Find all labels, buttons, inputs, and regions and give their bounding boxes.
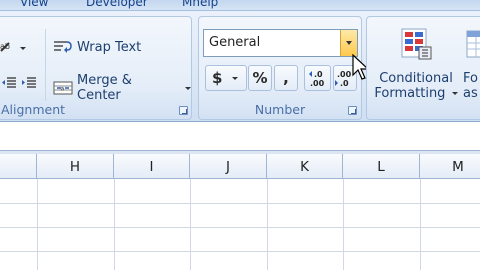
percent-style-button[interactable]: % — [248, 65, 272, 91]
group-separator — [45, 29, 46, 101]
format-as-table-button[interactable]: Fo as T — [463, 27, 480, 101]
svg-text:ab: ab — [0, 42, 10, 51]
column-header-k[interactable]: K — [267, 154, 343, 179]
grid-vline — [420, 179, 421, 270]
conditional-formatting-dropdown-icon — [451, 92, 458, 95]
number-format-dropdown[interactable]: General — [203, 29, 358, 57]
wrap-text-icon — [53, 39, 73, 55]
grid-vline — [190, 179, 191, 270]
alignment-group: ab Wrap Text a Merge & Center Alignment — [0, 16, 192, 120]
conditional-formatting-label-1: Conditional — [379, 71, 453, 86]
conditional-formatting-icon — [399, 27, 433, 61]
format-as-table-label-1: Fo — [463, 71, 478, 86]
column-header-h[interactable]: H — [37, 154, 114, 179]
accounting-dropdown-icon[interactable] — [232, 76, 239, 80]
grid-vline — [343, 179, 344, 270]
column-header-g-partial[interactable] — [0, 154, 37, 179]
svg-text:.00: .00 — [310, 79, 325, 88]
grid-vline — [37, 179, 38, 270]
grid-hline — [0, 203, 480, 204]
orientation-icon[interactable]: ab — [0, 39, 17, 55]
tab-developer[interactable]: Developer — [86, 0, 148, 9]
grid-vline — [114, 179, 115, 270]
format-as-table-label-2: as T — [463, 86, 480, 101]
grid-hline — [0, 227, 480, 228]
currency-label: $ — [212, 69, 223, 87]
grid-vline — [267, 179, 268, 270]
svg-text:.0: .0 — [340, 79, 349, 88]
cell-grid[interactable] — [0, 179, 480, 270]
tab-view[interactable]: View — [20, 0, 48, 9]
svg-text:a: a — [61, 86, 65, 93]
comma-label: , — [283, 69, 289, 87]
number-group-label: Number — [254, 102, 306, 117]
merge-center-label: Merge & Center — [77, 73, 132, 103]
alignment-group-label: Alignment — [1, 102, 66, 117]
number-dialog-launcher-icon[interactable] — [348, 106, 357, 115]
column-header-l[interactable]: L — [343, 154, 420, 179]
decrease-indent-icon[interactable] — [1, 75, 17, 91]
format-as-table-icon — [463, 27, 480, 61]
comma-style-button[interactable]: , — [274, 65, 298, 91]
conditional-formatting-button[interactable]: Conditional Formatting — [373, 27, 459, 101]
conditional-formatting-label-2: Formatting — [374, 86, 446, 101]
svg-text:.0: .0 — [314, 70, 323, 79]
number-format-value: General — [209, 35, 261, 50]
increase-indent-icon[interactable] — [21, 75, 37, 91]
column-header-m[interactable]: M — [420, 154, 480, 179]
formula-bar-area — [0, 123, 480, 150]
grid-hline — [0, 251, 480, 252]
svg-text:.00: .00 — [337, 70, 352, 79]
column-header-j[interactable]: J — [190, 154, 267, 179]
column-header-row: H I J K L M — [0, 154, 480, 179]
percent-label: % — [252, 69, 268, 87]
column-header-i[interactable]: I — [114, 154, 190, 179]
wrap-text-button[interactable]: Wrap Text — [53, 39, 141, 55]
merge-center-icon: a — [53, 80, 73, 96]
tab-mhelp[interactable]: Mhelp — [182, 0, 218, 9]
ribbon-tab-strip: View Developer Mhelp — [0, 0, 480, 10]
merge-dropdown-icon[interactable] — [185, 86, 191, 90]
ribbon: ab Wrap Text a Merge & Center Alignment — [0, 10, 480, 122]
merge-center-button[interactable]: a Merge & Center — [53, 73, 191, 103]
increase-decimal-icon: .0.00 — [307, 68, 329, 88]
wrap-text-label: Wrap Text — [77, 39, 142, 55]
orientation-dropdown-icon[interactable] — [20, 47, 26, 50]
number-format-dropdown-arrow-icon[interactable] — [340, 30, 357, 56]
accounting-format-button[interactable]: $ — [205, 65, 247, 91]
alignment-dialog-launcher-icon[interactable] — [179, 106, 188, 115]
styles-group: Conditional Formatting Fo as T — [366, 16, 480, 120]
increase-decimal-button[interactable]: .0.00 — [304, 65, 331, 91]
